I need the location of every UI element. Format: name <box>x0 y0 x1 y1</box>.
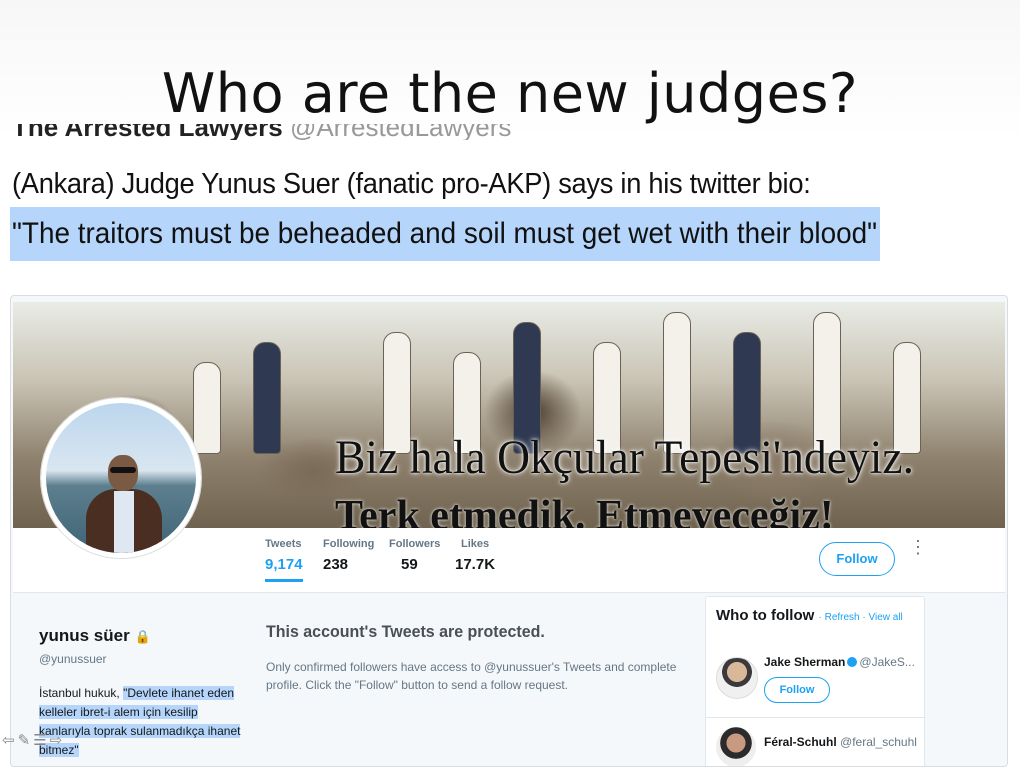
stat-tweets[interactable]: Tweets 9,174 <box>265 538 303 582</box>
profile-avatar[interactable] <box>41 398 201 558</box>
suggested-user[interactable]: Jake Sherman @JakeS... <box>764 655 915 669</box>
divider <box>706 717 924 718</box>
lock-icon: 🔒 <box>134 629 151 644</box>
menu-icon[interactable]: ☰ <box>33 732 46 750</box>
profile-bio: İstanbul hukuk, "Devlete ihanet eden kel… <box>39 684 249 760</box>
suggested-name: Féral-Schuhl <box>764 735 837 749</box>
view-all-link[interactable]: View all <box>869 612 903 623</box>
stat-value: 9,174 <box>265 556 303 573</box>
screenshot: (Ankara) Judge Yunus Suer (fanatic pro-A… <box>0 140 1020 767</box>
follow-button[interactable]: Follow <box>819 542 895 576</box>
suggested-user[interactable]: Féral-Schuhl @feral_schuhl <box>764 735 917 749</box>
banner-caption: Biz hala Okçular Tepesi'ndeyiz. <box>335 431 915 484</box>
stat-label: Likes <box>461 538 490 550</box>
suggested-name: Jake Sherman <box>764 655 846 669</box>
stat-following[interactable]: Following 238 <box>323 538 374 573</box>
suggested-avatar[interactable] <box>716 657 758 699</box>
next-slide-icon[interactable]: ⇨ <box>50 732 63 750</box>
suggested-handle: @JakeS... <box>859 655 915 669</box>
tweet-quote-highlight: "The traitors must be beheaded and soil … <box>10 207 880 261</box>
protected-title: This account's Tweets are protected. <box>266 622 545 641</box>
avatar-sunglasses <box>110 467 136 473</box>
pen-icon[interactable]: ✎ <box>18 732 31 750</box>
avatar-head <box>108 455 138 491</box>
banner-figure <box>193 362 221 454</box>
stat-followers[interactable]: Followers 59 <box>389 538 440 573</box>
stat-value: 59 <box>401 556 418 573</box>
protected-text: Only confirmed followers have access to … <box>266 660 677 692</box>
suggested-follow-button[interactable]: Follow <box>764 677 830 703</box>
profile-name-text: yunus süer <box>39 626 130 645</box>
banner-caption-2: Terk etmedik. Etmeyeceğiz! <box>335 493 834 528</box>
stat-likes[interactable]: Likes 17.7K <box>455 538 495 573</box>
prev-slide-icon[interactable]: ⇦ <box>2 732 15 750</box>
stat-label: Tweets <box>265 538 302 550</box>
suggested-handle: @feral_schuhl <box>840 735 917 749</box>
slide-title: Who are the new judges? <box>161 62 859 125</box>
slide-nav-controls: ⇦ ✎ ☰ ⇨ <box>2 732 62 750</box>
who-to-follow-heading: Who to follow <box>716 607 815 624</box>
suggested-avatar[interactable] <box>716 727 756 766</box>
who-to-follow-title: Who to follow · Refresh · View all <box>716 607 903 624</box>
more-options-icon[interactable]: ⋮ <box>909 538 927 556</box>
separator: · <box>859 612 869 623</box>
tweet-text-line: (Ankara) Judge Yunus Suer (fanatic pro-A… <box>12 168 811 200</box>
stat-value: 238 <box>323 556 349 573</box>
who-to-follow-panel: Who to follow · Refresh · View all Jake … <box>705 596 925 766</box>
bio-prefix: İstanbul hukuk, <box>39 686 124 700</box>
twitter-profile-card: Biz hala Okçular Tepesi'ndeyiz. Terk etm… <box>10 295 1008 767</box>
profile-name: yunus süer 🔒 <box>39 626 151 646</box>
profile-handle: @yunussuer <box>39 652 107 666</box>
stat-label: Followers <box>389 538 441 550</box>
stat-label: Following <box>323 538 375 550</box>
tweet-quote: "The traitors must be beheaded and soil … <box>12 217 878 250</box>
banner-figure <box>253 342 281 454</box>
verified-icon <box>847 657 858 667</box>
refresh-link[interactable]: Refresh <box>825 612 860 623</box>
avatar-shirt <box>114 491 134 553</box>
stat-value: 17.7K <box>455 556 496 573</box>
